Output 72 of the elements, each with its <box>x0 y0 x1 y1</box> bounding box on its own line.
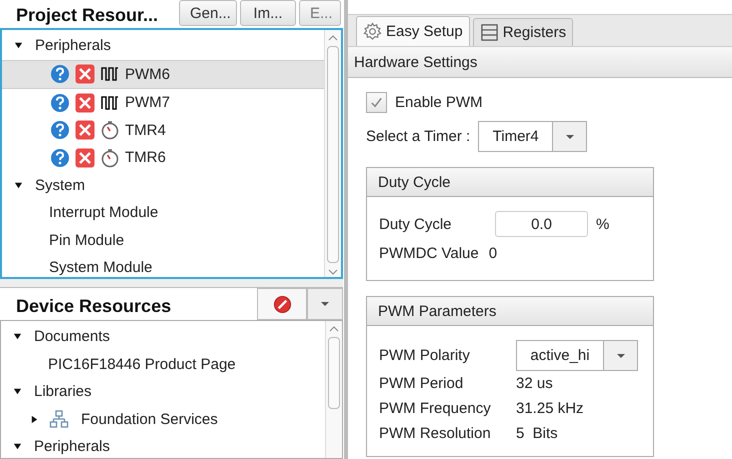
checkbox-label: Enable PWM <box>395 94 483 110</box>
section-header: Hardware Settings <box>348 46 732 78</box>
help-icon[interactable] <box>50 148 70 168</box>
tab[interactable]: Easy Setup <box>356 16 470 46</box>
expand-triangle-icon[interactable] <box>14 41 23 50</box>
expand-triangle-icon[interactable] <box>30 414 39 424</box>
expand-triangle-icon[interactable] <box>13 442 22 452</box>
panel-header: Duty Cycle <box>367 168 653 197</box>
error-icon[interactable] <box>75 148 95 168</box>
tree-item[interactable]: TMR4 <box>2 116 324 144</box>
panel-header: PWM Parameters <box>367 297 653 326</box>
caret-icon <box>616 352 626 358</box>
scroll-up-icon[interactable] <box>329 326 339 332</box>
error-icon[interactable] <box>75 92 95 113</box>
field-label: PWM Frequency <box>379 400 492 417</box>
scrollbar[interactable] <box>325 321 342 458</box>
list-icon <box>480 23 499 42</box>
field-label: PWM Period <box>379 375 464 392</box>
caret-icon <box>320 301 330 307</box>
network-icon <box>49 409 69 430</box>
toolbar-button[interactable]: Gen... <box>179 0 237 26</box>
field-label: PWM Polarity <box>379 347 471 364</box>
field-value: 0 <box>488 244 498 262</box>
stopwatch-icon <box>100 148 120 168</box>
expand-triangle-icon[interactable] <box>14 180 23 190</box>
scrollbar-thumb[interactable] <box>327 46 339 263</box>
field-value: 5 Bits <box>516 425 558 442</box>
stop-icon <box>272 294 292 314</box>
tree-category[interactable]: Peripherals <box>35 37 111 54</box>
tree-category[interactable]: Libraries <box>34 383 92 400</box>
error-icon[interactable] <box>75 64 95 84</box>
field-label: Duty Cycle <box>379 216 453 232</box>
checkbox[interactable] <box>366 92 387 112</box>
tree-item[interactable]: Interrupt Module <box>2 199 324 226</box>
duty-cycle-input[interactable]: 0.0 <box>495 211 588 237</box>
timer-dropdown[interactable]: Timer4 <box>478 121 588 152</box>
tree-category[interactable]: System <box>35 176 86 194</box>
scrollbar[interactable] <box>324 30 341 277</box>
field-value: 32 us <box>516 375 553 392</box>
tree-item[interactable]: Foundation Services <box>1 406 325 433</box>
expand-triangle-icon[interactable] <box>13 332 22 342</box>
panel-title: Device Resources <box>15 294 172 316</box>
toolbar-button[interactable]: E... <box>299 0 341 26</box>
tree-item[interactable]: PIC16F18446 Product Page <box>1 350 325 378</box>
gear-icon <box>363 22 382 41</box>
field-value: 31.25 kHz <box>516 400 584 417</box>
stop-button[interactable] <box>257 288 307 320</box>
expand-triangle-icon[interactable] <box>13 387 22 396</box>
caret-icon <box>564 134 575 140</box>
toolbar-button[interactable]: Im... <box>240 0 296 26</box>
field-label: PWMDC Value <box>379 244 479 262</box>
scroll-up-icon[interactable] <box>328 35 338 41</box>
tree-item[interactable]: System Module <box>2 254 324 277</box>
tree-item[interactable]: PWM7 <box>2 89 324 116</box>
tree-category[interactable]: Documents <box>34 328 110 346</box>
help-icon[interactable] <box>50 64 70 84</box>
panel-title: Project Resour... <box>15 5 158 27</box>
help-icon[interactable] <box>50 92 70 113</box>
tree-item[interactable]: PWM6 <box>2 60 324 89</box>
tree-item[interactable]: TMR6 <box>2 144 324 172</box>
tree-item[interactable]: Pin Module <box>2 226 324 254</box>
field-label: Select a Timer : <box>366 128 470 145</box>
help-icon[interactable] <box>50 120 70 140</box>
field-label: PWM Resolution <box>379 425 492 442</box>
scrollbar-thumb[interactable] <box>328 337 340 409</box>
unit-label: % <box>596 216 610 232</box>
stopwatch-icon <box>100 120 120 140</box>
tab[interactable]: Registers <box>472 18 574 46</box>
error-icon[interactable] <box>75 120 95 140</box>
scroll-down-icon[interactable] <box>328 269 338 275</box>
tree-category[interactable]: Peripherals <box>34 438 110 456</box>
polarity-dropdown[interactable]: active_hi <box>516 340 638 371</box>
